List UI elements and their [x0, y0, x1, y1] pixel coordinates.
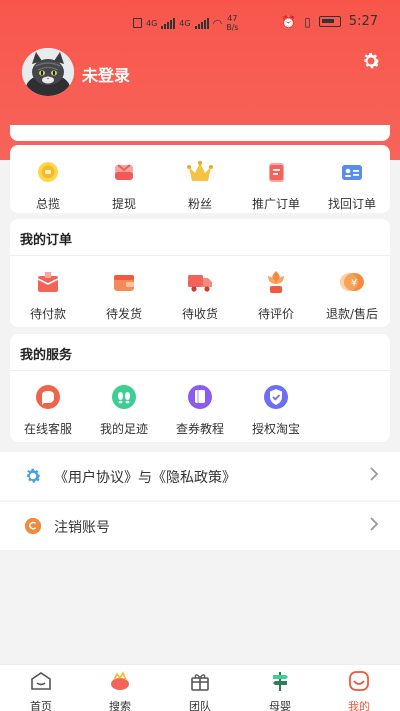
order-label: 待发货: [105, 307, 142, 321]
status-network: 4G 4G ◠ 47 B/s: [133, 14, 239, 32]
order-pending-shipment[interactable]: 待发货: [86, 267, 162, 322]
divider: [10, 370, 390, 371]
signal-icon: [161, 17, 176, 29]
chevron-right-icon: [370, 517, 379, 531]
wifi-icon: ◠: [212, 16, 223, 30]
shortcut-label: 提现: [111, 197, 136, 211]
tab-label: 母婴: [269, 700, 291, 711]
shortcut-withdraw[interactable]: 提现: [86, 157, 162, 212]
network-speed: 47 B/s: [226, 14, 239, 32]
alarm-icon: ⏰: [281, 14, 297, 29]
shortcut-label: 推广订单: [251, 197, 300, 211]
service-label: 查券教程: [175, 422, 224, 436]
orders-title: 我的订单: [20, 233, 73, 248]
shortcut-overview[interactable]: 总揽: [10, 157, 86, 212]
tab-home[interactable]: 首页: [11, 670, 71, 711]
shortcut-promo-orders[interactable]: 推广订单: [238, 157, 314, 212]
smile-icon: [349, 671, 369, 691]
shortcut-label: 找回订单: [327, 197, 376, 211]
agreement-privacy-row[interactable]: 《用户协议》与《隐私政策》: [0, 452, 400, 500]
tab-search[interactable]: 搜索: [90, 670, 150, 711]
cat-avatar-image: [22, 48, 74, 96]
network-type-1: 4G: [146, 18, 158, 28]
order-label: 待评价: [257, 307, 294, 321]
tab-team[interactable]: 团队: [170, 670, 230, 711]
cancel-account-row[interactable]: 注销账号: [0, 502, 400, 550]
shortcut-retrieve-orders[interactable]: 找回订单: [314, 157, 390, 212]
status-bar: 4G 4G ◠ 47 B/s ⏰ ▯ 5:27: [0, 0, 400, 44]
orders-card: 我的订单 待付款 待发货 待收货 待评价 ¥ 退款/售后: [10, 219, 390, 327]
services-card: 我的服务 在线客服 我的足迹 查券教程 授权淘宝: [10, 334, 390, 442]
order-refund[interactable]: ¥ 退款/售后: [314, 267, 390, 322]
service-label: 我的足迹: [99, 422, 148, 436]
bottom-tab-bar: 首页 搜索 团队 母婴 我的: [0, 664, 400, 711]
book-icon: [185, 382, 215, 412]
tab-maternity[interactable]: 母婴: [250, 670, 310, 711]
service-authorize-taobao[interactable]: 授权淘宝: [238, 382, 314, 437]
gear-icon: [26, 468, 41, 483]
box-icon: [33, 267, 63, 297]
cancel-account-label: 注销账号: [54, 520, 110, 536]
gift-icon: [191, 674, 209, 691]
settings-icon[interactable]: [360, 50, 382, 72]
battery-icon: [318, 16, 341, 27]
order-label: 待收货: [181, 307, 218, 321]
shortcut-label: 粉丝: [187, 197, 212, 211]
search-icon: [111, 671, 129, 690]
sim-icon: [133, 18, 142, 28]
shield-icon: [261, 382, 291, 412]
agreement-label: 《用户协议》与《隐私政策》: [54, 470, 236, 486]
service-online-support[interactable]: 在线客服: [10, 382, 86, 437]
avatar[interactable]: [22, 48, 74, 96]
doc-icon: [261, 157, 291, 187]
vibrate-icon: ▯: [304, 14, 311, 29]
signpost-icon: [273, 672, 288, 691]
signal-icon-2: [194, 17, 209, 29]
username[interactable]: 未登录: [82, 62, 130, 86]
coin-icon: [33, 157, 63, 187]
tab-label: 我的: [348, 700, 370, 711]
svg-text:¥: ¥: [351, 278, 357, 289]
order-label: 待付款: [29, 307, 66, 321]
chevron-right-icon: [370, 467, 379, 481]
services-title: 我的服务: [20, 348, 73, 363]
status-system: ⏰ ▯ 5:27: [281, 14, 378, 29]
order-pending-review[interactable]: 待评价: [238, 267, 314, 322]
wallet-icon: [109, 157, 139, 187]
home-icon: [31, 672, 51, 690]
footprint-icon: [109, 382, 139, 412]
shortcuts-card: 总揽 提现 粉丝 推广订单 找回订单: [10, 145, 390, 213]
divider: [10, 255, 390, 256]
crown-icon: [185, 157, 215, 187]
service-footprints[interactable]: 我的足迹: [86, 382, 162, 437]
tab-label: 首页: [30, 700, 52, 711]
tab-mine[interactable]: 我的: [329, 670, 389, 711]
network-type-2: 4G: [179, 18, 191, 28]
truck-icon: [185, 267, 215, 297]
shortcut-label: 总揽: [35, 197, 60, 211]
chat-icon: [33, 382, 63, 412]
header-card-edge: [10, 125, 390, 141]
service-label: 授权淘宝: [251, 422, 300, 436]
clock: 5:27: [348, 14, 378, 29]
shortcut-fans[interactable]: 粉丝: [162, 157, 238, 212]
order-pending-payment[interactable]: 待付款: [10, 267, 86, 322]
id-card-icon: [337, 157, 367, 187]
order-label: 退款/售后: [325, 307, 379, 321]
tab-label: 团队: [189, 700, 211, 711]
cancel-account-icon: [24, 517, 42, 535]
tab-label: 搜索: [109, 700, 131, 711]
flower-icon: [261, 267, 291, 297]
service-label: 在线客服: [23, 422, 72, 436]
wallet-icon: [109, 267, 139, 297]
order-pending-receipt[interactable]: 待收货: [162, 267, 238, 322]
refund-icon: ¥: [337, 267, 367, 297]
service-coupon-tutorial[interactable]: 查券教程: [162, 382, 238, 437]
